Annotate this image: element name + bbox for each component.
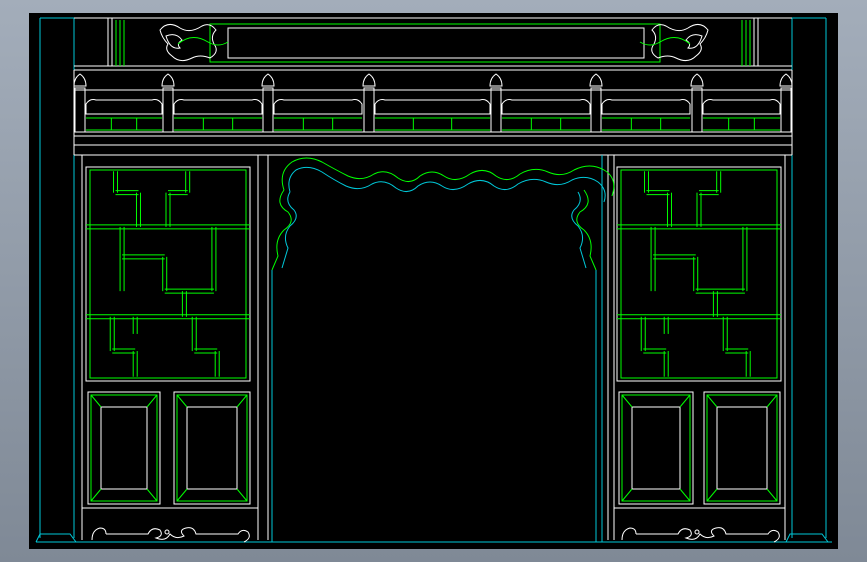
lower-panel-inner xyxy=(186,406,238,490)
lower-panel-frame xyxy=(173,391,251,505)
baluster-finial xyxy=(690,73,704,87)
baluster xyxy=(691,87,703,133)
bevel xyxy=(90,394,102,408)
bevel xyxy=(706,394,718,408)
baluster xyxy=(262,87,274,133)
lower-panels xyxy=(87,391,781,505)
bevel xyxy=(679,394,691,408)
bevel xyxy=(766,394,778,408)
bottom-aprons xyxy=(82,507,785,543)
baluster-finial xyxy=(161,73,175,87)
rail-panel xyxy=(374,99,491,115)
cad-drawing xyxy=(35,17,832,543)
rail-panel xyxy=(501,99,591,115)
baluster xyxy=(74,87,86,133)
rail-panel xyxy=(601,99,691,115)
railing xyxy=(73,70,793,156)
baluster-finial xyxy=(261,73,275,87)
baluster xyxy=(490,87,502,133)
bevel xyxy=(90,488,102,502)
rail-panel xyxy=(85,99,163,115)
lower-panel-frame xyxy=(618,391,694,505)
outer-frame xyxy=(35,17,832,543)
lower-panel-inner xyxy=(631,406,681,490)
lattice-inner xyxy=(89,169,247,379)
rail-panel xyxy=(702,99,781,115)
bevel xyxy=(146,488,158,502)
baluster xyxy=(780,87,792,133)
bevel xyxy=(621,488,633,502)
lower-panel-frame xyxy=(703,391,781,505)
lower-panel-inner xyxy=(100,406,148,490)
rail-panel xyxy=(173,99,263,115)
baluster-finial xyxy=(489,73,503,87)
bevel xyxy=(679,488,691,502)
arch-cloud-valance xyxy=(271,157,615,271)
carved-top-panel xyxy=(159,23,709,63)
rail-panels xyxy=(85,99,781,131)
baluster-finial xyxy=(362,73,376,87)
bevel xyxy=(236,394,248,408)
lattice-inner xyxy=(620,169,778,379)
bevel xyxy=(621,394,633,408)
balusters xyxy=(73,73,793,133)
cad-window-frame xyxy=(0,0,867,562)
bevel xyxy=(236,488,248,502)
lattice-window-left xyxy=(85,166,251,382)
baluster xyxy=(590,87,602,133)
bevel xyxy=(706,488,718,502)
bevel xyxy=(176,394,188,408)
baluster xyxy=(162,87,174,133)
lattice-window-right xyxy=(616,166,782,382)
bevel xyxy=(766,488,778,502)
baluster-finial xyxy=(589,73,603,87)
baluster-finial xyxy=(73,73,87,87)
baluster xyxy=(363,87,375,133)
lower-panel-inner xyxy=(716,406,768,490)
rail-panel xyxy=(273,99,363,115)
lower-panel-frame xyxy=(87,391,161,505)
bevel xyxy=(176,488,188,502)
baluster-finial xyxy=(779,73,793,87)
bevel xyxy=(146,394,158,408)
cad-viewport[interactable] xyxy=(29,13,838,549)
